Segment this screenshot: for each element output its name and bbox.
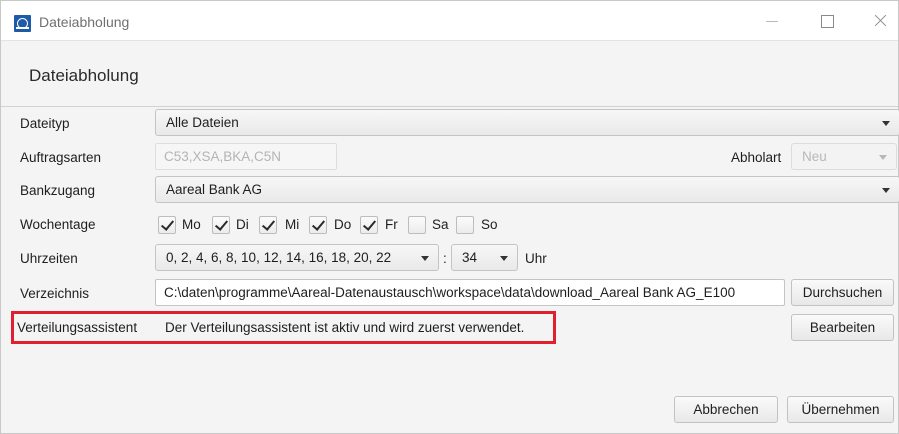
abholart-label: Abholart — [731, 150, 782, 165]
chevron-down-icon — [500, 256, 508, 261]
hours-select[interactable]: 0, 2, 4, 6, 8, 10, 12, 14, 16, 18, 20, 2… — [155, 244, 439, 271]
dateityp-select[interactable]: Alle Dateien — [155, 109, 899, 136]
verzeichnis-label: Verzeichnis — [20, 286, 90, 301]
bankzugang-value: Aareal Bank AG — [166, 182, 263, 197]
checkbox-mo[interactable] — [158, 216, 176, 234]
hours-value: 0, 2, 4, 6, 8, 10, 12, 14, 16, 18, 20, 2… — [166, 250, 392, 265]
minutes-select[interactable]: 34 — [451, 244, 518, 271]
apply-button[interactable]: Übernehmen — [787, 396, 894, 423]
checkbox-di[interactable] — [212, 216, 230, 234]
wochentage-label: Wochentage — [20, 217, 96, 232]
uhrzeiten-label: Uhrzeiten — [20, 251, 78, 266]
chevron-down-icon — [879, 155, 887, 160]
checkbox-sa-label: Sa — [432, 217, 449, 232]
checkbox-mo-label: Mo — [182, 217, 201, 232]
dateityp-value: Alle Dateien — [166, 115, 239, 130]
checkbox-sa[interactable] — [408, 216, 426, 234]
minimize-button[interactable] — [752, 7, 792, 35]
dateityp-label: Dateityp — [20, 116, 70, 131]
dialog-window: Dateiabholung Dateiabholung Dateityp All… — [0, 0, 899, 434]
checkbox-fr[interactable] — [360, 216, 378, 234]
auftragsarten-label: Auftragsarten — [20, 150, 102, 165]
window-title: Dateiabholung — [39, 14, 130, 30]
dialog-header: Dateiabholung — [1, 42, 898, 107]
cancel-button[interactable]: Abbrechen — [674, 396, 778, 423]
bankzugang-select[interactable]: Aareal Bank AG — [155, 176, 899, 203]
abholart-value: Neu — [802, 149, 827, 164]
chevron-down-icon — [882, 188, 890, 193]
header-title: Dateiabholung — [29, 66, 139, 85]
checkbox-so-label: So — [481, 217, 498, 232]
checkbox-do-label: Do — [334, 217, 352, 232]
maximize-button[interactable] — [807, 7, 847, 35]
auftragsarten-field: C53,XSA,BKA,C5N — [155, 143, 337, 170]
checkbox-fr-label: Fr — [385, 217, 398, 232]
chevron-down-icon — [421, 256, 429, 261]
highlight-box — [11, 311, 556, 344]
edit-button[interactable]: Bearbeiten — [791, 314, 894, 341]
checkbox-mi[interactable] — [259, 216, 277, 234]
chevron-down-icon — [882, 121, 890, 126]
title-bar: Dateiabholung — [1, 1, 898, 41]
checkbox-mi-label: Mi — [285, 217, 300, 232]
time-unit: Uhr — [525, 251, 547, 266]
browse-button[interactable]: Durchsuchen — [791, 279, 894, 306]
checkbox-di-label: Di — [236, 217, 249, 232]
close-button[interactable] — [860, 7, 899, 35]
abholart-select: Neu — [791, 143, 897, 170]
app-icon — [14, 15, 31, 32]
bankzugang-label: Bankzugang — [20, 183, 96, 198]
directory-input[interactable]: C:\daten\programme\Aareal-Datenaustausch… — [155, 279, 785, 306]
time-separator: : — [443, 251, 447, 266]
checkbox-do[interactable] — [309, 216, 327, 234]
minutes-value: 34 — [462, 250, 478, 265]
checkbox-so[interactable] — [456, 216, 474, 234]
